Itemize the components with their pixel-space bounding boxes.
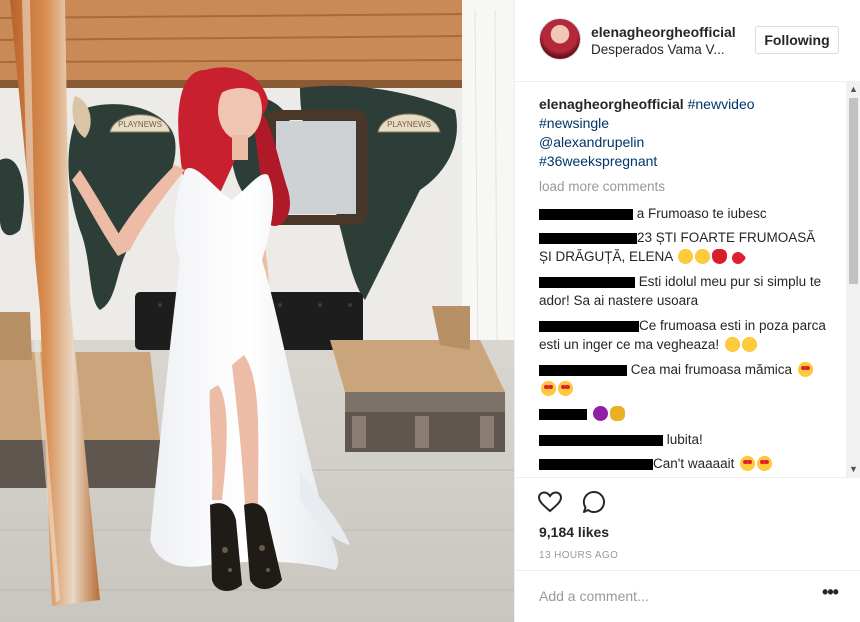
scroll-up-arrow-icon[interactable]: ▲ <box>846 82 860 97</box>
redacted-username <box>539 408 587 420</box>
tag-36weekspregnant[interactable]: #36weekspregnant <box>539 152 839 171</box>
comment-text: Cea mai frumoasa mămica <box>630 362 793 377</box>
heart-outline-icon[interactable] <box>537 489 563 515</box>
devil-emoji-icon <box>592 406 608 421</box>
heart-eyes-emoji-icon <box>757 456 773 471</box>
following-button[interactable]: Following <box>755 26 839 54</box>
post-timestamp[interactable]: 13 HOURS AGO <box>539 550 618 561</box>
redacted-username <box>539 434 663 446</box>
likes-count[interactable]: 9,184 likes <box>539 524 609 540</box>
more-options-icon[interactable]: ••• <box>819 583 841 607</box>
smile-emoji-icon <box>741 337 757 352</box>
header-location[interactable]: Desperados Vama V... <box>591 42 725 57</box>
post-photo[interactable]: PLAYNEWS PLAYNEWS <box>0 0 514 622</box>
caption: elenagheorgheofficial #newvideo #newsing… <box>539 95 839 171</box>
scroll-down-arrow-icon[interactable]: ▼ <box>846 462 860 477</box>
smile-emoji-icon <box>678 249 694 264</box>
add-comment-input[interactable] <box>539 585 809 607</box>
comment-item: Can't waaaait <box>539 454 829 473</box>
header-username[interactable]: elenagheorgheofficial <box>591 24 736 40</box>
avatar[interactable] <box>539 18 581 60</box>
post-header: elenagheorgheofficial Desperados Vama V.… <box>515 0 860 82</box>
redacted-username <box>539 458 653 470</box>
money-bag-emoji-icon <box>609 406 625 421</box>
post-actions: 9,184 likes 13 HOURS AGO ••• <box>515 477 860 622</box>
comment-item: Cea mai frumoasa mămica <box>539 360 829 398</box>
comments-list[interactable]: elenagheorgheofficial #newvideo #newsing… <box>515 82 845 477</box>
smile-emoji-icon <box>724 337 740 352</box>
comment-item: lubita! <box>539 430 829 449</box>
comment-item: a Frumoaso te iubesc <box>539 204 829 223</box>
heart-eyes-emoji-icon <box>740 456 756 471</box>
redacted-username <box>539 276 635 288</box>
smile-emoji-icon <box>695 249 711 264</box>
scrollbar-thumb[interactable] <box>849 98 858 284</box>
add-comment-bar: ••• <box>515 570 860 622</box>
load-more-comments-link[interactable]: load more comments <box>539 179 665 194</box>
redacted-username <box>539 320 639 332</box>
redacted-username <box>539 208 633 220</box>
comment-text: a Frumoaso te iubesc <box>636 206 767 221</box>
sign-left-text: PLAYNEWS <box>118 120 162 129</box>
heart-eyes-emoji-icon <box>541 381 556 396</box>
comment-item: Ce frumoasa esti in poza parca esti un i… <box>539 316 829 354</box>
tag-newsingle[interactable]: #newsingle <box>539 114 839 133</box>
comment-item: Esti idolul meu pur si simplu te ador! S… <box>539 272 829 310</box>
comment-text: Can't waaaait <box>653 456 735 471</box>
rose-emoji-icon <box>712 249 728 264</box>
comment-item: 23 ȘTI FOARTE FRUMOASĂ ȘI DRĂGUȚĂ, ELENA <box>539 228 829 267</box>
mention-alexandrupelin[interactable]: @alexandrupelin <box>539 133 839 152</box>
comment-item <box>539 404 829 423</box>
heart-eyes-emoji-icon <box>797 362 813 377</box>
redacted-username <box>539 364 627 376</box>
comments-scrollbar[interactable]: ▲ ▼ <box>846 82 860 477</box>
heart-emoji-icon <box>729 249 747 267</box>
redacted-username <box>539 232 637 244</box>
comment-text: lubita! <box>666 432 703 447</box>
sign-right-text: PLAYNEWS <box>387 120 431 129</box>
comment-bubble-icon[interactable] <box>581 489 607 515</box>
heart-eyes-emoji-icon <box>558 381 573 396</box>
post-image: PLAYNEWS PLAYNEWS <box>0 0 514 622</box>
post-panel: elenagheorgheofficial Desperados Vama V.… <box>514 0 860 622</box>
caption-username[interactable]: elenagheorgheofficial <box>539 96 684 112</box>
tag-newvideo[interactable]: #newvideo <box>688 96 755 112</box>
